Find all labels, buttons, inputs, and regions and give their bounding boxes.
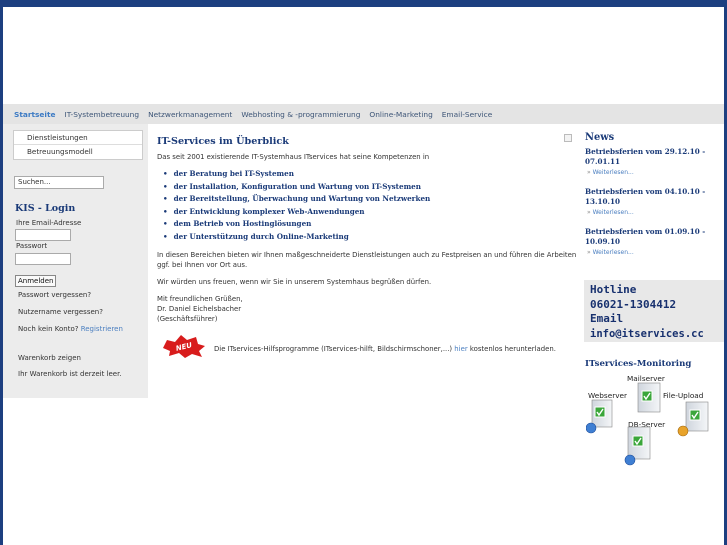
- hotline-number: 06021-1304412: [590, 297, 677, 311]
- news-item-title[interactable]: Betriebsferien vom 04.10.10 - 13.10.10: [585, 187, 719, 207]
- nav-item-it-systembetreuung[interactable]: IT-Systembetreuung: [65, 110, 140, 119]
- password-field[interactable]: [15, 253, 71, 265]
- welcome-paragraph: Wir würden uns freuen, wenn wir Sie in u…: [157, 278, 432, 286]
- news-item: Betriebsferien vom 04.10.10 - 13.10.10 W…: [585, 187, 719, 216]
- no-account-row: Noch kein Konto? Registrieren: [18, 325, 123, 333]
- hotline-label: Hotline: [590, 283, 637, 296]
- read-more-link[interactable]: Weiterlesen...: [585, 249, 719, 256]
- page: Startseite IT-Systembetreuung Netzwerkma…: [3, 7, 724, 545]
- news-item: Betriebsferien vom 29.12.10 - 07.01.11 W…: [585, 147, 719, 176]
- login-button[interactable]: Anmelden: [15, 275, 57, 287]
- services-list: der Beratung bei IT-Systemen der Install…: [163, 168, 431, 244]
- email-field[interactable]: [15, 229, 71, 241]
- services-paragraph: In diesen Bereichen bieten wir Ihnen maß…: [157, 251, 577, 269]
- nav-item-online-marketing[interactable]: Online-Marketing: [369, 110, 432, 119]
- main-content: IT-Services im Überblick Das seit 2001 e…: [148, 124, 580, 545]
- nav-item-email-service[interactable]: Email-Service: [442, 110, 493, 119]
- monitoring-title: ITservices-Monitoring: [585, 359, 692, 369]
- left-sidebar: Dienstleistungen Betreuungsmodell Suchen…: [3, 124, 148, 398]
- signature-greeting: Mit freundlichen Grüßen,: [157, 295, 243, 303]
- search-input[interactable]: Suchen...: [14, 176, 104, 189]
- print-icon[interactable]: [564, 134, 572, 142]
- server-icon: [624, 426, 651, 466]
- forgot-username-link[interactable]: Nutzername vergessen?: [18, 308, 103, 316]
- header: [3, 7, 724, 103]
- list-item: der Unterstützung durch Online-Marketing: [163, 231, 430, 244]
- news-title: News: [585, 132, 615, 143]
- sub-menu: Dienstleistungen Betreuungsmodell: [13, 130, 143, 160]
- email-label: Email: [590, 312, 624, 325]
- new-badge-icon: NEU: [163, 335, 205, 358]
- nav-item-startseite[interactable]: Startseite: [14, 110, 56, 119]
- server-icon: [586, 399, 613, 434]
- news-item-title[interactable]: Betriebsferien vom 01.09.10 - 10.09.10: [585, 227, 719, 247]
- signature-name: Dr. Daniel Eichelsbacher: [157, 305, 242, 313]
- download-pre: Die ITservices-Hilfsprogramme (ITservice…: [214, 345, 453, 353]
- right-sidebar: News Betriebsferien vom 29.12.10 - 07.01…: [580, 124, 724, 545]
- cart-status: Ihr Warenkorb ist derzeit leer.: [18, 370, 122, 378]
- nav-item-netzwerkmanagement[interactable]: Netzwerkmanagement: [148, 110, 232, 119]
- news-item: Betriebsferien vom 01.09.10 - 10.09.10 W…: [585, 227, 719, 256]
- email-address: info@itservices.cc: [590, 327, 704, 340]
- no-account-text: Noch kein Konto?: [18, 325, 79, 333]
- register-link[interactable]: Registrieren: [81, 325, 123, 333]
- login-title: KIS - Login: [15, 203, 76, 214]
- show-cart-link[interactable]: Warenkorb zeigen: [18, 354, 81, 362]
- list-item: der Entwicklung komplexer Web-Anwendunge…: [163, 206, 430, 219]
- intro-text: Das seit 2001 existierende IT-Systemhaus…: [157, 153, 430, 161]
- download-post: kostenlos herunterladen.: [469, 345, 556, 353]
- list-item: der Installation, Konfiguration und Wart…: [163, 181, 430, 194]
- list-item: der Beratung bei IT-Systemen: [163, 168, 430, 181]
- nav-item-webhosting[interactable]: Webhosting & -programmierung: [241, 110, 360, 119]
- password-label: Passwort: [16, 242, 48, 250]
- main-nav: Startseite IT-Systembetreuung Netzwerkma…: [3, 104, 724, 124]
- read-more-link[interactable]: Weiterlesen...: [585, 169, 719, 176]
- list-item: der Bereitstellung, Überwachung und Wart…: [163, 193, 431, 206]
- news-item-title[interactable]: Betriebsferien vom 29.12.10 - 07.01.11: [585, 147, 719, 167]
- menu-item-dienstleistungen[interactable]: Dienstleistungen: [14, 131, 142, 145]
- signature-role: (Geschäftsführer): [157, 315, 218, 323]
- download-link[interactable]: hier: [454, 345, 467, 353]
- server-icon: [677, 401, 709, 437]
- page-title: IT-Services im Überblick: [157, 136, 289, 147]
- email-label: Ihre Email-Adresse: [16, 219, 82, 227]
- forgot-password-link[interactable]: Passwort vergessen?: [18, 291, 91, 299]
- download-text: Die ITservices-Hilfsprogramme (ITservice…: [214, 344, 574, 354]
- server-icon: [637, 382, 661, 413]
- monitoring-diagram: [586, 382, 709, 466]
- list-item: dem Betrieb von Hostinglösungen: [163, 218, 430, 231]
- read-more-link[interactable]: Weiterlesen...: [585, 209, 719, 216]
- menu-item-betreuungsmodell[interactable]: Betreuungsmodell: [14, 145, 142, 159]
- hotline-box: Hotline 06021-1304412 Email info@itservi…: [584, 280, 724, 342]
